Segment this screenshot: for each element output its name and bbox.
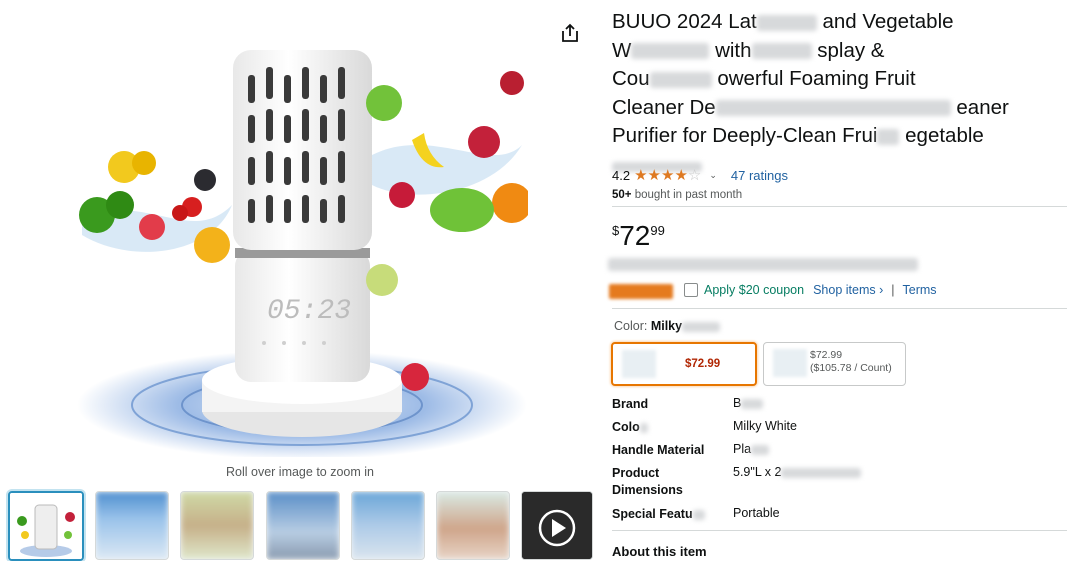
timer-display: 05:23: [267, 296, 351, 327]
title-line-2-mid: with: [715, 38, 752, 62]
spec-key-color: Colo: [612, 419, 648, 436]
thumbnail-6[interactable]: [436, 491, 510, 560]
title-line-5-tail: egetable: [905, 124, 984, 147]
divider: [612, 530, 1067, 531]
thumbnail-video[interactable]: [521, 491, 593, 560]
rating-row[interactable]: 4.2 ★ ★ ★ ★ ☆ ⌄ 47 ratings: [612, 168, 788, 183]
thumbnail-1[interactable]: [8, 491, 84, 561]
ratings-count-link[interactable]: 47 ratings: [731, 168, 788, 183]
price-symbol: $: [612, 223, 620, 238]
title-line-1-tail: and Vegetable: [822, 10, 954, 33]
thumbnail-5[interactable]: [351, 491, 425, 560]
terms-link[interactable]: Terms: [903, 283, 937, 297]
spec-key-special-feature: Special Featu: [612, 506, 705, 523]
bought-count: 50+: [612, 189, 632, 201]
spec-value-brand: B: [733, 396, 764, 410]
chevron-down-icon[interactable]: ⌄: [709, 170, 717, 181]
thumbnail-3[interactable]: [180, 491, 254, 560]
thumbnail-2[interactable]: [95, 491, 169, 560]
price-whole: 72: [619, 220, 651, 251]
zoom-hint: Roll over image to zoom in: [226, 465, 374, 479]
spec-key-handle-material: Handle Material: [612, 443, 705, 457]
title-line-4-tail: eaner: [956, 95, 1009, 119]
spec-key-dimensions: Product Dimensions: [612, 466, 683, 497]
title-line-3: Cou: [612, 67, 650, 90]
spec-value-handle-material: Pla: [733, 442, 770, 456]
swatch-thumbnail: [773, 349, 807, 377]
swatch-price: $72.99: [810, 349, 843, 361]
title-line-4: Cleaner De: [612, 95, 716, 119]
bought-text: bought in past month: [634, 189, 743, 201]
color-option-selected[interactable]: $72.99: [611, 342, 757, 386]
color-option[interactable]: $72.99 ($105.78 / Count): [763, 342, 906, 386]
product-title: BUUO 2024 Lat and Vegetable W with splay…: [612, 8, 1072, 179]
coupon-label[interactable]: Apply $20 coupon: [704, 283, 804, 297]
color-label-row: Color: Milky: [614, 319, 721, 333]
swatch-thumbnail: [622, 350, 656, 378]
deal-badge: [609, 284, 673, 299]
separator: |: [891, 283, 895, 297]
spec-value-color: Milky White: [733, 419, 797, 433]
swatch-unit-price: ($105.78 / Count): [810, 362, 892, 374]
thumbnail-4[interactable]: [266, 491, 340, 560]
star-rating-icon[interactable]: ★ ★ ★ ★ ☆: [634, 168, 701, 183]
divider: [612, 308, 1067, 309]
divider: [612, 206, 1067, 207]
swatch-price: $72.99: [685, 358, 721, 370]
share-icon[interactable]: [559, 22, 581, 44]
rating-value: 4.2: [612, 168, 631, 183]
about-this-item-heading: About this item: [612, 544, 707, 559]
title-line-3-tail: owerful Foaming Fruit: [717, 67, 916, 90]
price: $7299: [612, 220, 665, 252]
title-line-2-tail: splay &: [817, 38, 885, 62]
spec-value-dimensions: 5.9"L x 2: [733, 465, 862, 479]
title-line-1: BUUO 2024 Lat: [612, 10, 757, 33]
title-line-2: W: [612, 38, 632, 62]
color-label: Color:: [614, 319, 648, 333]
coupon-row: Apply $20 coupon Shop items › | Terms: [684, 283, 937, 297]
bought-in-past-month: 50+ bought in past month: [612, 189, 742, 201]
coupon-checkbox[interactable]: [684, 283, 698, 297]
shop-items-link[interactable]: Shop items ›: [813, 283, 883, 297]
shipping-info: [608, 258, 918, 271]
spec-key-brand: Brand: [612, 397, 649, 411]
title-line-5: Purifier for Deeply-Clean Frui: [612, 124, 878, 147]
product-main-image[interactable]: 05:23: [72, 5, 532, 460]
color-value: Milky: [650, 319, 683, 333]
spec-value-special-feature: Portable: [733, 506, 780, 520]
price-fraction: 99: [650, 223, 665, 238]
